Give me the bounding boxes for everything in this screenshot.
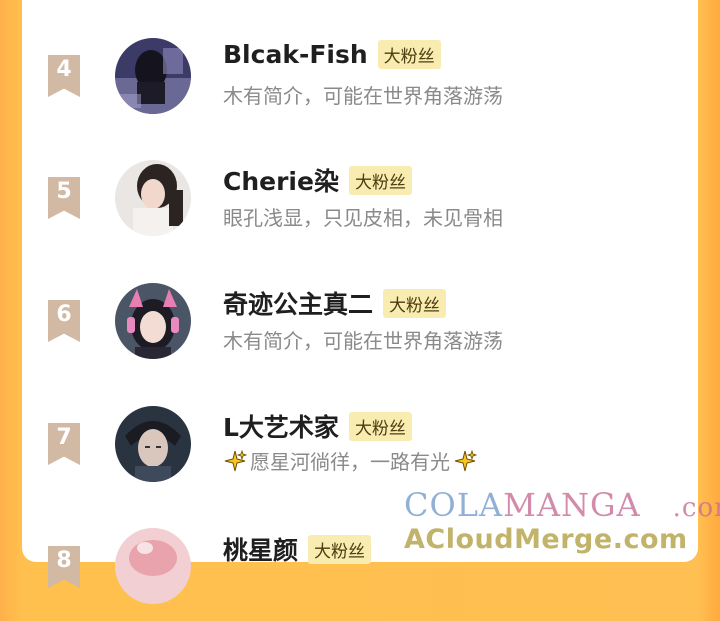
rank-ribbon: 4 [48, 55, 80, 97]
watermark-com: .com [672, 493, 720, 523]
username[interactable]: 奇迹公主真二 [223, 285, 373, 321]
fan-level-badge: 大粉丝 [348, 411, 412, 441]
avatar[interactable] [115, 38, 191, 114]
sparkles-icon [224, 449, 247, 471]
rank-ribbon: 7 [48, 423, 80, 465]
sparkles-icon [454, 449, 477, 471]
fan-list-item[interactable]: 7 L大艺术家 大粉丝 愿星河徜徉，一路有光 [22, 388, 698, 498]
fan-level-badge: 大粉丝 [308, 534, 372, 564]
rank-ribbon: 6 [48, 300, 80, 342]
fan-list-item[interactable]: 4 Blcak-Fish 大粉丝 木有简介，可能在世界角落游荡 [22, 20, 698, 130]
user-bio-text: 眼孔浅显，只见皮相，未见骨相 [223, 206, 503, 230]
avatar[interactable] [115, 160, 191, 236]
fan-list-item[interactable]: 5 Cherie染 大粉丝 眼孔浅显，只见皮相，未见骨相 [22, 142, 698, 252]
user-bio-text: 木有简介，可能在世界角落游荡 [223, 84, 503, 108]
username[interactable]: Cherie染 [223, 162, 339, 198]
watermark-manga: MANGA [503, 486, 641, 524]
user-bio: 木有简介，可能在世界角落游荡 [223, 325, 503, 354]
rank-number: 7 [56, 425, 72, 450]
rank-number: 4 [56, 57, 72, 82]
fan-level-badge: 大粉丝 [383, 288, 447, 318]
username[interactable]: L大艺术家 [223, 408, 339, 444]
fan-level-badge: 大粉丝 [377, 40, 441, 69]
avatar[interactable] [115, 283, 191, 359]
user-bio-text: 木有简介，可能在世界角落游荡 [223, 329, 503, 353]
rank-ribbon: 5 [48, 177, 80, 219]
fan-list-item[interactable]: 6 奇迹公主真二 大粉丝 木有简介，可能在世界角落游荡 [22, 265, 698, 375]
fan-level-badge: 大粉丝 [348, 165, 412, 195]
watermark-logo: COLAMANGA .com [404, 486, 720, 524]
rank-number: 8 [56, 548, 72, 573]
watermark-site: ACloudMerge.com [404, 524, 688, 555]
user-bio: 眼孔浅显，只见皮相，未见骨相 [223, 202, 503, 231]
watermark-cola: COLA [404, 486, 504, 524]
fan-ranking-list: 4 Blcak-Fish 大粉丝 木有简介，可能在世界角落游荡 5 Cherie… [22, 0, 698, 604]
user-bio: 木有简介，可能在世界角落游荡 [223, 80, 503, 109]
rank-number: 6 [56, 302, 72, 327]
avatar[interactable] [115, 528, 191, 604]
rank-ribbon: 8 [48, 546, 80, 588]
user-bio-text: 愿星河徜徉，一路有光 [250, 450, 450, 474]
user-bio: 愿星河徜徉，一路有光 [223, 446, 477, 475]
username[interactable]: Blcak-Fish [223, 40, 368, 69]
rank-number: 5 [56, 179, 72, 204]
avatar[interactable] [115, 406, 191, 482]
